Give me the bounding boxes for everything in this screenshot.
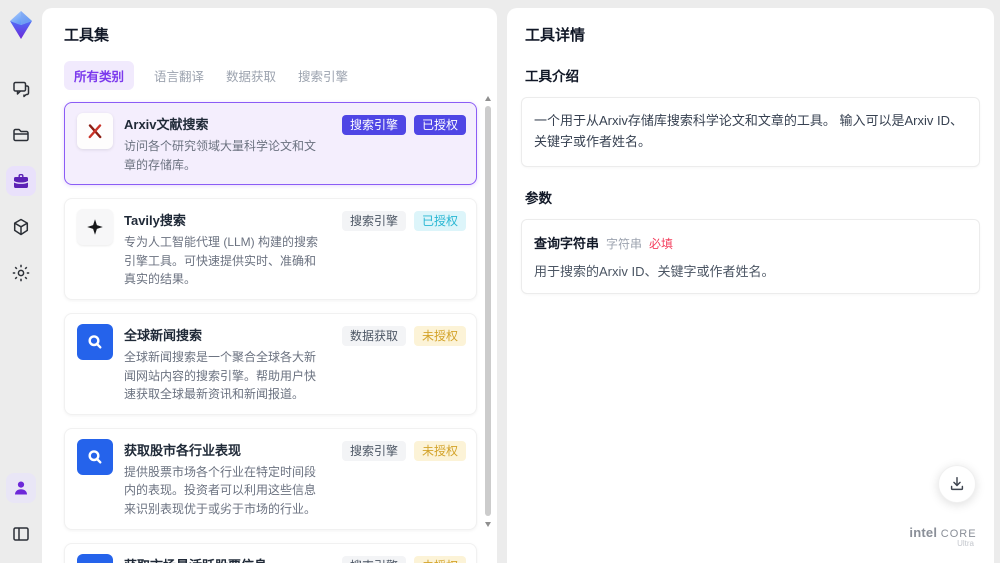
download-icon [950, 476, 964, 491]
tool-description: 提供股票市场各个行业在特定时间段内的表现。投资者可以利用这些信息来识别表现优于或… [124, 464, 317, 516]
tool-name: Arxiv文献搜索 [124, 117, 209, 132]
auth-status-badge: 未授权 [413, 325, 466, 346]
param-required-flag: 必填 [649, 236, 674, 251]
tools-list-panel: 工具集 所有类别 语言翻译 数据获取 搜索引擎 Arxiv文献搜索 访问各个研究… [42, 8, 497, 563]
user-avatar-icon[interactable] [6, 473, 36, 503]
tool-list-item-tavily[interactable]: Tavily搜索 专为人工智能代理 (LLM) 构建的搜索引擎工具。可快速提供实… [64, 198, 477, 300]
tool-name: 获取市场最活跃股票信息 [124, 555, 325, 563]
auth-status-badge: 未授权 [413, 555, 466, 563]
param-name: 查询字符串 [534, 235, 600, 251]
tab-search-engine[interactable]: 搜索引擎 [296, 61, 350, 90]
page-title: 工具集 [64, 27, 110, 44]
sidebar-rail [0, 0, 42, 563]
tool-list-item-active-stocks[interactable]: 获取市场最活跃股票信息 提供当天交易量最高的股票列表，投资者可以利用这些信息来识… [64, 542, 477, 563]
category-badge: 数据获取 [341, 325, 406, 346]
scroll-up-arrow-icon[interactable] [485, 96, 491, 101]
param-description: 用于搜索的Arxiv ID、关键字或作者姓名。 [534, 263, 775, 279]
tool-name: 全球新闻搜索 [124, 327, 203, 343]
app-logo-icon [8, 10, 34, 40]
folder-icon[interactable] [6, 120, 36, 150]
tool-description: 全球新闻搜索是一个聚合全球各大新闻网站内容的搜索引擎。帮助用户快速获取全球最新资… [124, 349, 317, 402]
category-badge: 搜索引擎 [341, 440, 406, 461]
tool-list: Arxiv文献搜索 访问各个研究领域大量科学论文和文章的存储库。 搜索引擎 已授… [64, 102, 483, 563]
detail-title: 工具详情 [525, 27, 586, 44]
auth-status-badge: 未授权 [413, 440, 466, 461]
panel-toggle-icon[interactable] [6, 519, 36, 549]
category-tabs: 所有类别 语言翻译 数据获取 搜索引擎 [64, 61, 483, 90]
params-heading: 参数 [525, 190, 552, 206]
auth-status-badge: 已授权 [413, 211, 466, 232]
param-box: 查询字符串 字符串 必填 用于搜索的Arxiv ID、关键字或作者姓名。 [521, 218, 980, 294]
tool-list-item-sector-performance[interactable]: 获取股市各行业表现 提供股票市场各个行业在特定时间段内的表现。投资者可以利用这些… [64, 427, 477, 530]
auth-status-badge: 已授权 [413, 115, 466, 135]
intel-core-logo: intel CORE Ultra [909, 524, 977, 549]
intro-heading: 工具介绍 [525, 69, 579, 84]
tool-list-item-arxiv[interactable]: Arxiv文献搜索 访问各个研究领域大量科学论文和文章的存储库。 搜索引擎 已授… [64, 102, 477, 186]
download-button[interactable] [938, 465, 976, 503]
scrollbar-thumb[interactable] [485, 106, 491, 516]
chat-icon[interactable] [6, 74, 36, 104]
settings-gear-icon[interactable] [6, 258, 36, 288]
tool-description: 专为人工智能代理 (LLM) 构建的搜索引擎工具。可快速提供实时、准确和真实的结… [124, 235, 319, 287]
tool-detail-panel: 工具详情 工具介绍 一个用于从Arxiv存储库搜索科学论文和文章的工具。 输入可… [507, 8, 994, 563]
tavily-star-icon [77, 209, 113, 246]
tool-name: 获取股市各行业表现 [124, 442, 242, 458]
search-tool-icon [77, 438, 113, 475]
category-badge: 搜索引擎 [341, 115, 406, 135]
tab-language-translation[interactable]: 语言翻译 [152, 61, 206, 90]
search-tool-icon [77, 553, 113, 563]
tab-data-fetch[interactable]: 数据获取 [224, 61, 278, 90]
param-type: 字符串 [606, 236, 643, 251]
category-badge: 搜索引擎 [341, 555, 406, 563]
search-tool-icon [77, 323, 113, 360]
tab-all-categories[interactable]: 所有类别 [64, 61, 135, 90]
intro-text: 一个用于从Arxiv存储库搜索科学论文和文章的工具。 输入可以是Arxiv ID… [534, 113, 964, 149]
tool-name: Tavily搜索 [124, 213, 186, 229]
package-icon[interactable] [6, 212, 36, 242]
category-badge: 搜索引擎 [341, 211, 406, 232]
tool-description: 访问各个研究领域大量科学论文和文章的存储库。 [124, 139, 317, 172]
tool-list-item-global-news[interactable]: 全球新闻搜索 全球新闻搜索是一个聚合全球各大新闻网站内容的搜索引擎。帮助用户快速… [64, 312, 477, 415]
intro-box: 一个用于从Arxiv存储库搜索科学论文和文章的工具。 输入可以是Arxiv ID… [521, 97, 980, 167]
list-scrollbar[interactable] [485, 96, 491, 553]
sidebar-item-tools[interactable] [6, 166, 36, 196]
scroll-down-arrow-icon[interactable] [485, 522, 491, 527]
arxiv-logo-icon [77, 113, 113, 149]
